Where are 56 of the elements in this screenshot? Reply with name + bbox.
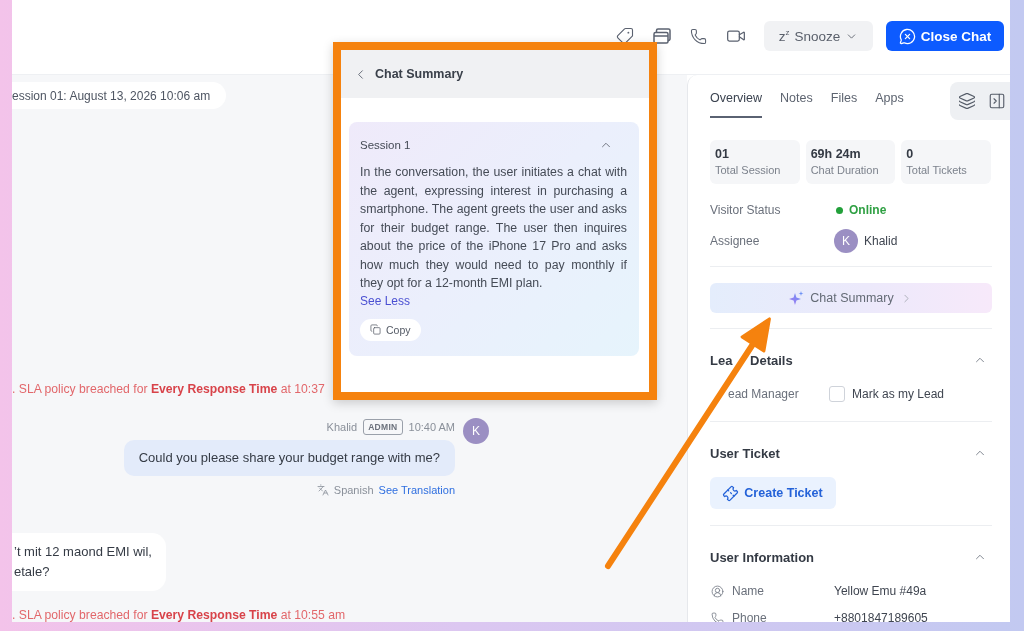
panel-title: Chat Summary — [375, 67, 464, 81]
field-label: Name — [732, 585, 764, 597]
snooze-button[interactable]: z$^{z}$ Snooze — [764, 21, 873, 51]
session-label: ession 01: August 13, 2026 10:06 am — [12, 82, 227, 109]
field-label: Assignee — [710, 235, 761, 247]
create-ticket-button[interactable]: Create Ticket — [710, 477, 836, 509]
chat-close-icon — [898, 27, 916, 45]
checkbox-label: Mark as my Lead — [852, 388, 945, 400]
see-translation-link[interactable]: See Translation — [378, 484, 455, 496]
avatar: K — [834, 229, 858, 253]
field-value: Yellow Emu #49a — [834, 585, 928, 597]
section-title: Lea Details — [710, 353, 793, 367]
phone-icon — [711, 611, 724, 622]
windows-icon[interactable] — [653, 28, 671, 44]
tab[interactable]: Apps — [875, 91, 904, 118]
field-label: ead Manager — [727, 388, 800, 400]
field-label: Phone — [732, 612, 767, 622]
stat-label: Total Session — [715, 164, 782, 177]
see-less-link[interactable]: See Less — [360, 292, 411, 309]
tab[interactable]: Notes — [780, 91, 813, 118]
checkbox[interactable] — [829, 386, 845, 402]
stat-label: Chat Duration — [810, 164, 880, 177]
sidebar-icon[interactable] — [988, 92, 1006, 110]
avatar: K — [463, 418, 489, 444]
sender-name: Khalid — [326, 421, 358, 433]
sla-alert-text: . SLA policy breached for Every Response Time at 10:37 — [12, 382, 326, 396]
layers-icon[interactable] — [958, 92, 976, 110]
tab[interactable]: Overview — [710, 91, 763, 118]
sla-alert-text: . SLA policy breached for Every Response Time at 10:55 am — [12, 608, 347, 622]
copy-icon — [370, 324, 381, 335]
message-bubble: ’t mit 12 maond EMI wil, etale? — [12, 533, 166, 591]
translate-icon — [316, 484, 329, 496]
role-badge: ADMIN — [363, 419, 403, 435]
section-title: User Information — [710, 550, 814, 564]
assignee-name: Khalid — [864, 235, 898, 247]
status-text: Online — [849, 203, 887, 217]
message-bubble: Could you please share your budget range with me? — [123, 440, 455, 476]
user-icon — [711, 584, 724, 598]
copy-button[interactable]: Copy — [360, 318, 421, 341]
tag-icon[interactable] — [616, 27, 634, 45]
message-time: 10:40 AM — [408, 421, 455, 433]
field-label: Visitor Status — [710, 204, 782, 216]
stat-value: 0 — [906, 147, 915, 162]
close-chat-button[interactable]: Close Chat — [886, 21, 1004, 51]
phone-icon[interactable] — [690, 27, 707, 45]
stat-label: Total Tickets — [906, 164, 968, 177]
summary-text: In the conversation, the user initiates a chat with the agent, expressing interest in purchasing a smartphone. The agent greets the user and asks for their budget range. The user then inquires about the price of the iPhone 17 Pro and asks how much they would need to pay monthly if they opt for a 12-month EMI plan. — [360, 164, 627, 292]
sparkle-icon — [789, 290, 805, 306]
field-value: +8801847189605 — [834, 612, 929, 622]
tab[interactable]: Files — [830, 91, 858, 118]
section-title: User Ticket — [710, 446, 780, 460]
stat-value: 01 — [715, 147, 730, 162]
session-title: Session 1 — [360, 139, 411, 151]
stat-value: 69h 24m — [810, 147, 862, 162]
chat-summary-button[interactable]: Chat Summary — [710, 283, 992, 313]
language-label: Spanish — [333, 484, 374, 496]
